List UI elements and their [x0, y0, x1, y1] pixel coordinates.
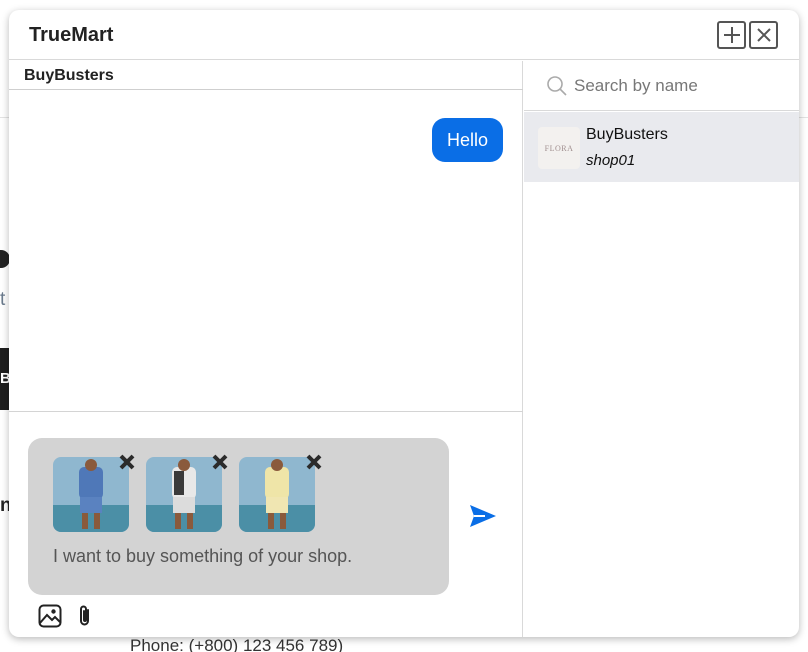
close-icon [212, 454, 228, 470]
conversation-header: BuyBusters [9, 61, 523, 90]
search-bar [524, 61, 799, 111]
app-title: TrueMart [29, 24, 114, 46]
close-icon [119, 454, 135, 470]
conversation-pane: BuyBusters Hello I want to buy something… [9, 61, 523, 637]
close-chat-button[interactable] [749, 21, 778, 49]
background-fragment-text: t [0, 289, 6, 310]
close-icon [306, 454, 322, 470]
avatar: FLORA [538, 127, 580, 169]
background-phone-text: Phone: (+800) 123 456 789) [130, 636, 344, 652]
image-icon [38, 604, 62, 628]
paperclip-icon [80, 605, 89, 626]
attach-image-button[interactable] [37, 603, 63, 629]
contacts-pane: FLORA BuyBusters shop01 [524, 61, 799, 637]
plus-icon [723, 27, 740, 43]
new-chat-button[interactable] [717, 21, 746, 49]
chat-header: TrueMart [9, 10, 799, 60]
contact-subtitle: shop01 [586, 152, 636, 169]
chat-window: TrueMart BuyBusters Hello I want to buy … [9, 10, 799, 637]
remove-attachment-button[interactable] [303, 451, 325, 473]
search-icon [545, 74, 569, 98]
remove-attachment-button[interactable] [116, 451, 138, 473]
message-bubble-sent: Hello [431, 118, 503, 162]
send-button[interactable] [467, 501, 499, 531]
avatar-logo-text: FLORA [544, 143, 574, 153]
message-input[interactable]: I want to buy something of your shop. [53, 546, 352, 567]
contact-name: BuyBusters [586, 126, 668, 143]
close-icon [756, 28, 771, 42]
attach-file-button[interactable] [75, 603, 95, 629]
search-input[interactable] [574, 73, 784, 99]
conversation-title: BuyBusters [24, 67, 114, 84]
contact-list-item[interactable]: FLORA BuyBusters shop01 [524, 112, 799, 182]
send-icon [470, 505, 496, 527]
remove-attachment-button[interactable] [209, 451, 231, 473]
composer-divider [9, 411, 523, 412]
message-composer[interactable]: I want to buy something of your shop. [28, 438, 449, 595]
